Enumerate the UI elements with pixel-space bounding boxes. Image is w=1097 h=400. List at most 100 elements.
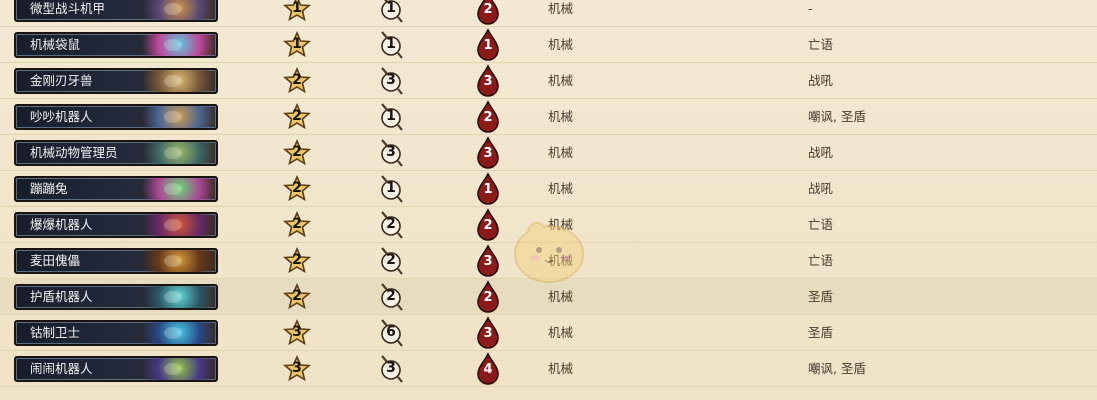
card-type: 机械 — [548, 1, 574, 16]
card-list-table: 微型战斗机甲 1 1 2 机械 - 机械袋鼠 1 1 1 机械 亡语 金刚刃牙兽 2 3 3 机械 战吼 吵吵机器人… — [0, 0, 1097, 400]
health-value: 1 — [386, 36, 396, 52]
card-name-banner[interactable]: 蹦蹦兔 — [14, 176, 218, 202]
cost-drop-icon: 3 — [473, 315, 503, 351]
card-art — [134, 70, 216, 92]
card-art — [134, 286, 216, 308]
table-row: 钴制卫士 3 6 3 机械 圣盾 — [0, 315, 1097, 351]
card-name-banner[interactable]: 吵吵机器人 — [14, 104, 218, 130]
table-row: 爆爆机器人 2 2 2 机械 亡语 — [0, 207, 1097, 243]
health-value: 1 — [386, 180, 396, 196]
card-ability: 嘲讽, 圣盾 — [808, 361, 866, 376]
card-name-label: 钴制卫士 — [30, 325, 81, 340]
cost-value: 3 — [483, 326, 493, 341]
cost-value: 2 — [483, 290, 493, 305]
attack-value: 2 — [292, 216, 302, 232]
table-row: 吵吵机器人 2 1 2 机械 嘲讽, 圣盾 — [0, 99, 1097, 135]
attack-value: 2 — [292, 108, 302, 124]
attack-star-icon: 2 — [282, 99, 312, 135]
attack-star-icon: 2 — [282, 171, 312, 207]
card-type: 机械 — [548, 181, 574, 196]
attack-value: 1 — [292, 36, 302, 52]
health-sword-icon: 2 — [376, 207, 406, 243]
card-type: 机械 — [548, 217, 574, 232]
attack-value: 2 — [292, 144, 302, 160]
table-row: 金刚刃牙兽 2 3 3 机械 战吼 — [0, 63, 1097, 99]
cost-value: 3 — [483, 146, 493, 161]
cost-drop-icon: 1 — [473, 27, 503, 63]
health-sword-icon: 1 — [376, 0, 406, 27]
health-sword-icon: 2 — [376, 279, 406, 315]
table-row: 机械袋鼠 1 1 1 机械 亡语 — [0, 27, 1097, 63]
card-ability: 圣盾 — [808, 325, 834, 340]
card-art — [134, 106, 216, 128]
card-name-label: 金刚刃牙兽 — [30, 73, 93, 88]
card-type: 机械 — [548, 73, 574, 88]
card-ability: 亡语 — [808, 253, 834, 268]
health-value: 2 — [386, 252, 396, 268]
attack-star-icon: 2 — [282, 63, 312, 99]
card-art — [134, 322, 216, 344]
card-art — [134, 178, 216, 200]
card-name-label: 吵吵机器人 — [30, 109, 93, 124]
cost-drop-icon: 2 — [473, 279, 503, 315]
card-name-label: 闹闹机器人 — [30, 361, 93, 376]
health-sword-icon: 1 — [376, 27, 406, 63]
card-name-label: 机械动物管理员 — [30, 145, 118, 160]
health-value: 1 — [386, 0, 396, 16]
cost-drop-icon: 4 — [473, 351, 503, 387]
attack-value: 3 — [292, 360, 302, 376]
card-name-banner[interactable]: 金刚刃牙兽 — [14, 68, 218, 94]
card-name-banner[interactable]: 爆爆机器人 — [14, 212, 218, 238]
health-value: 6 — [386, 324, 396, 340]
card-name-banner[interactable]: 闹闹机器人 — [14, 356, 218, 382]
health-sword-icon: 1 — [376, 99, 406, 135]
card-type: 机械 — [548, 289, 574, 304]
cost-value: 1 — [483, 182, 493, 197]
cost-value: 2 — [483, 110, 493, 125]
card-name-banner[interactable]: 机械动物管理员 — [14, 140, 218, 166]
card-ability: 圣盾 — [808, 289, 834, 304]
card-name-label: 爆爆机器人 — [30, 217, 93, 232]
health-value: 1 — [386, 108, 396, 124]
card-type: 机械 — [548, 109, 574, 124]
card-ability: - — [808, 1, 813, 16]
attack-star-icon: 3 — [282, 315, 312, 351]
cost-value: 3 — [483, 74, 493, 89]
cost-drop-icon: 3 — [473, 63, 503, 99]
attack-value: 2 — [292, 288, 302, 304]
card-name-label: 护盾机器人 — [30, 289, 93, 304]
card-ability: 战吼 — [808, 181, 834, 196]
attack-star-icon: 2 — [282, 135, 312, 171]
table-row: 护盾机器人 2 2 2 机械 圣盾 — [0, 279, 1097, 315]
card-name-label: 机械袋鼠 — [30, 37, 81, 52]
card-name-banner[interactable]: 微型战斗机甲 — [14, 0, 218, 22]
health-sword-icon: 2 — [376, 243, 406, 279]
attack-value: 2 — [292, 252, 302, 268]
cost-value: 3 — [483, 254, 493, 269]
cost-drop-icon: 2 — [473, 0, 503, 27]
card-name-banner[interactable]: 麦田傀儡 — [14, 248, 218, 274]
attack-star-icon: 1 — [282, 0, 312, 27]
card-art — [134, 142, 216, 164]
card-ability: 战吼 — [808, 145, 834, 160]
health-value: 3 — [386, 360, 396, 376]
card-name-label: 蹦蹦兔 — [30, 181, 68, 196]
cost-drop-icon: 3 — [473, 243, 503, 279]
card-name-label: 麦田傀儡 — [30, 253, 81, 268]
card-name-banner[interactable]: 护盾机器人 — [14, 284, 218, 310]
cost-drop-icon: 1 — [473, 171, 503, 207]
card-art — [134, 214, 216, 236]
card-name-banner[interactable]: 钴制卫士 — [14, 320, 218, 346]
card-name-banner[interactable]: 机械袋鼠 — [14, 32, 218, 58]
table-row: 机械动物管理员 2 3 3 机械 战吼 — [0, 135, 1097, 171]
attack-star-icon: 2 — [282, 279, 312, 315]
health-sword-icon: 3 — [376, 63, 406, 99]
card-type: 机械 — [548, 37, 574, 52]
card-art — [134, 250, 216, 272]
table-row: 蹦蹦兔 2 1 1 机械 战吼 — [0, 171, 1097, 207]
card-ability: 亡语 — [808, 37, 834, 52]
table-row: 闹闹机器人 3 3 4 机械 嘲讽, 圣盾 — [0, 351, 1097, 387]
health-sword-icon: 3 — [376, 135, 406, 171]
attack-value: 1 — [292, 0, 302, 16]
attack-star-icon: 2 — [282, 207, 312, 243]
